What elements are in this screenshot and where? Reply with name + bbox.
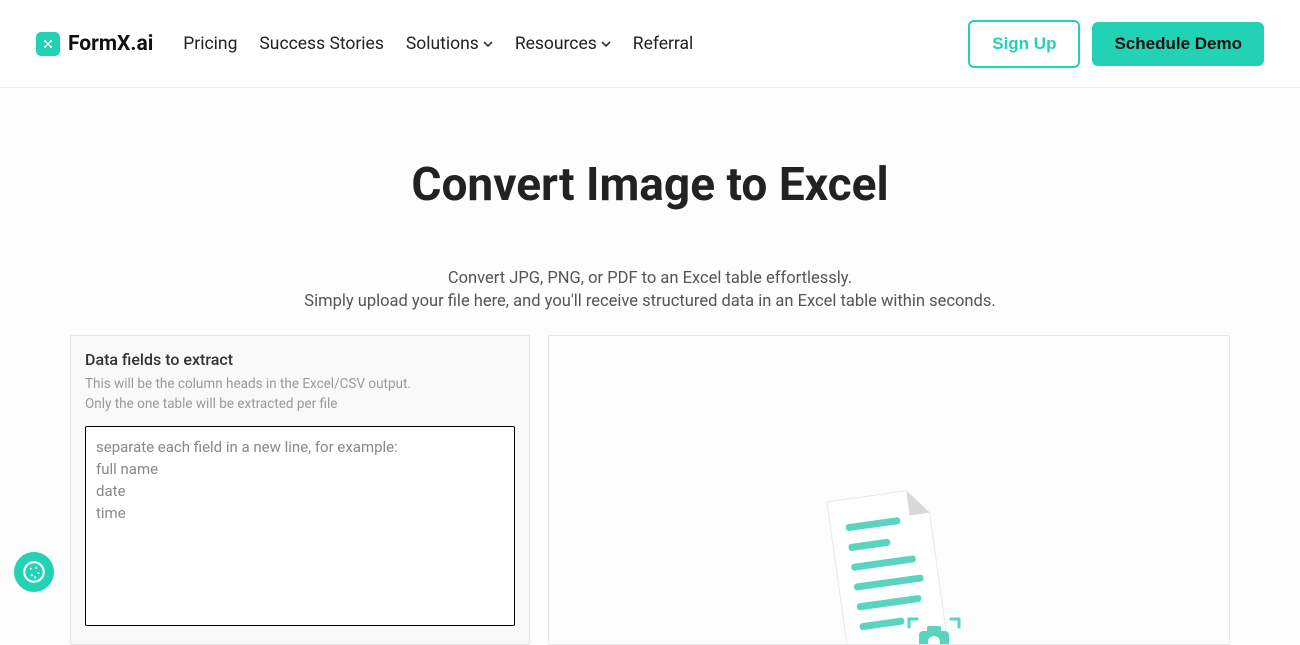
fields-hint: This will be the column heads in the Exc…: [85, 375, 515, 414]
logo-icon: [36, 32, 60, 56]
upload-illustration: [799, 484, 979, 645]
signup-button[interactable]: Sign Up: [968, 20, 1080, 68]
subtitle-line-1: Convert JPG, PNG, or PDF to an Excel tab…: [0, 267, 1300, 290]
chevron-down-icon: [601, 41, 611, 47]
cookie-settings-button[interactable]: [14, 552, 54, 592]
fields-textarea[interactable]: [85, 426, 515, 626]
nav-referral[interactable]: Referral: [633, 34, 694, 54]
nav-success-stories[interactable]: Success Stories: [259, 34, 383, 54]
chevron-down-icon: [483, 41, 493, 47]
page-title: Convert Image to Excel: [0, 158, 1300, 212]
main-nav: Pricing Success Stories Solutions Resour…: [183, 34, 693, 54]
fields-panel: Data fields to extract This will be the …: [70, 335, 530, 645]
brand-logo[interactable]: FormX.ai: [36, 32, 153, 56]
brand-name: FormX.ai: [68, 32, 153, 56]
panels-row: Data fields to extract This will be the …: [70, 335, 1230, 645]
site-header: FormX.ai Pricing Success Stories Solutio…: [0, 0, 1300, 88]
upload-panel[interactable]: [548, 335, 1230, 645]
nav-pricing[interactable]: Pricing: [183, 34, 237, 54]
nav-solutions[interactable]: Solutions: [406, 34, 493, 54]
fields-heading: Data fields to extract: [85, 350, 515, 369]
subtitle-line-2: Simply upload your file here, and you'll…: [0, 290, 1300, 313]
nav-resources[interactable]: Resources: [515, 34, 611, 54]
main-content: Convert Image to Excel Convert JPG, PNG,…: [0, 88, 1300, 645]
schedule-demo-button[interactable]: Schedule Demo: [1092, 22, 1264, 66]
cookie-icon: [21, 559, 47, 585]
